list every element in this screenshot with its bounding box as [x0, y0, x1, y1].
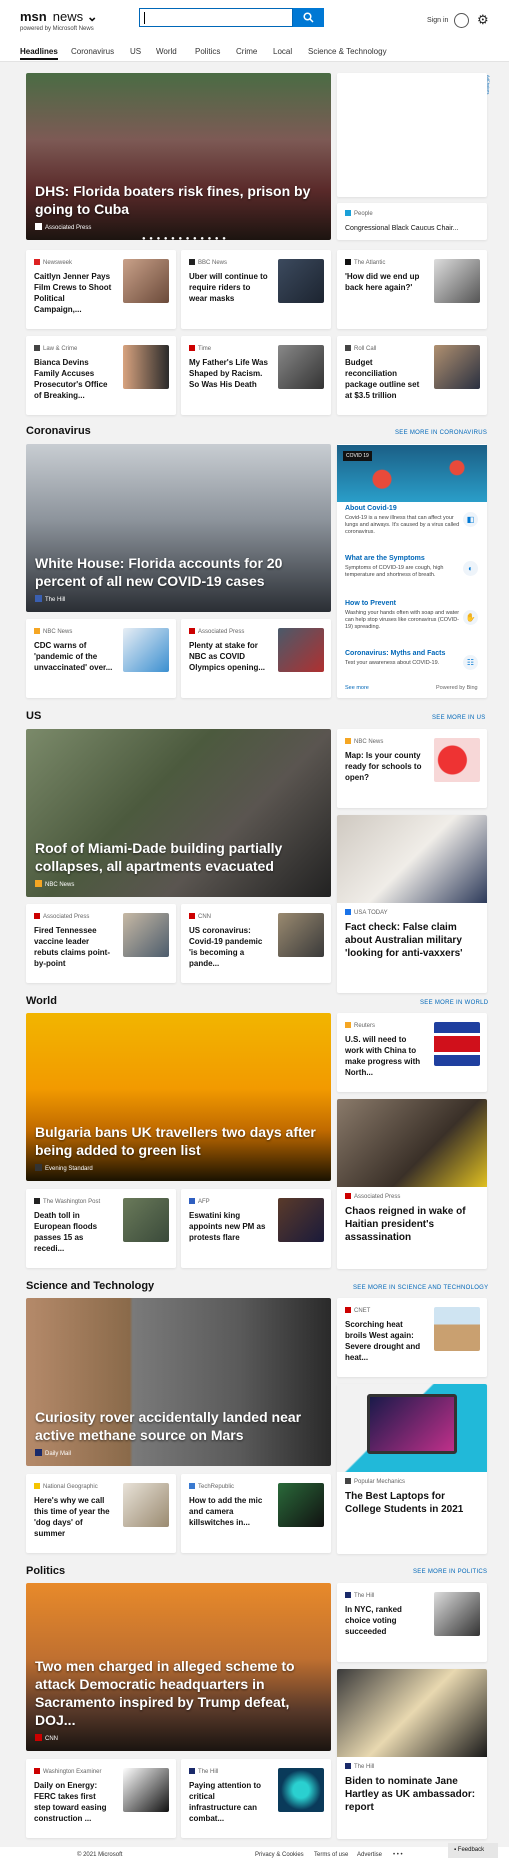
section-title-science: Science and Technology: [26, 1280, 155, 1292]
news-card[interactable]: Roll Call Budget reconciliation package …: [337, 336, 487, 415]
ad-choices[interactable]: AdChoices: [486, 75, 491, 94]
news-card[interactable]: CNET Scorching heat broils West again: S…: [337, 1298, 487, 1377]
thumbnail: [337, 1669, 487, 1757]
hero-title: DHS: Florida boaters risk fines, prison …: [35, 183, 311, 217]
footer: © 2021 Microsoft Privacy & Cookies Terms…: [0, 1847, 509, 1862]
header: msn news ⌄ powered by Microsoft News Sign…: [0, 0, 509, 43]
covid-item-myths[interactable]: Coronavirus: Myths and Facts Test your aw…: [345, 650, 465, 667]
news-card[interactable]: The Hill Paying attention to critical in…: [181, 1759, 331, 1838]
section-title-us: US: [26, 710, 42, 722]
symptoms-icon: ◐: [463, 561, 478, 576]
search-input[interactable]: [139, 8, 293, 27]
world-hero[interactable]: Bulgaria bans UK travellers two days aft…: [26, 1013, 331, 1181]
top-hero[interactable]: DHS: Florida boaters risk fines, prison …: [26, 73, 331, 240]
covid-item-prevent[interactable]: How to Prevent Washing your hands often w…: [345, 600, 465, 631]
tab-science-technology[interactable]: Science & Technology: [308, 47, 387, 56]
tab-crime[interactable]: Crime: [236, 47, 257, 56]
news-card[interactable]: Associated Press Fired Tennessee vaccine…: [26, 904, 176, 983]
see-more-coronavirus[interactable]: SEE MORE IN CORONAVIRUS: [395, 430, 487, 436]
news-card-large[interactable]: USA TODAY Fact check: False claim about …: [337, 815, 487, 993]
news-card[interactable]: Associated Press Plenty at stake for NBC…: [181, 619, 331, 698]
copyright: © 2021 Microsoft: [77, 1852, 123, 1858]
news-card[interactable]: Time My Father's Life Was Shaped by Raci…: [181, 336, 331, 415]
signin-link[interactable]: Sign in: [427, 17, 448, 24]
science-hero[interactable]: Curiosity rover accidentally landed near…: [26, 1298, 331, 1466]
powered-by-bing: Powered by Bing: [436, 685, 478, 691]
news-card-large[interactable]: The Hill Biden to nominate Jane Hartley …: [337, 1669, 487, 1839]
see-more-science[interactable]: SEE MORE IN SCIENCE AND TECHNOLOGY: [353, 1285, 488, 1291]
covid-banner: COVID 19: [337, 445, 487, 502]
news-card[interactable]: NBC News Map: Is your county ready for s…: [337, 729, 487, 808]
news-card[interactable]: Reuters U.S. will need to work with Chin…: [337, 1013, 487, 1092]
see-more-politics[interactable]: SEE MORE IN POLITICS: [413, 1569, 487, 1575]
feedback-button[interactable]: ▪ Feedback: [448, 1843, 498, 1858]
people-card[interactable]: People Congressional Black Caucus Chair.…: [337, 203, 487, 240]
hero-source: Associated Press: [35, 223, 91, 231]
news-card[interactable]: Newsweek Caitlyn Jenner Pays Film Crews …: [26, 250, 176, 329]
powered-by: powered by Microsoft News: [20, 26, 94, 32]
section-title-coronavirus: Coronavirus: [26, 425, 91, 437]
covid-see-more[interactable]: See more: [345, 685, 369, 691]
avatar[interactable]: [454, 13, 469, 28]
politics-hero[interactable]: Two men charged in alleged scheme to att…: [26, 1583, 331, 1751]
advertise-link[interactable]: Advertise: [357, 1852, 382, 1858]
news-card[interactable]: The Hill In NYC, ranked choice voting su…: [337, 1583, 487, 1662]
news-card-large[interactable]: Associated Press Chaos reigned in wake o…: [337, 1099, 487, 1269]
tab-politics[interactable]: Politics: [195, 47, 220, 56]
handwash-icon: ✋: [463, 610, 478, 625]
info-icon: ◧: [463, 512, 478, 527]
tab-coronavirus[interactable]: Coronavirus: [71, 47, 114, 56]
section-title-politics: Politics: [26, 1565, 66, 1577]
coronavirus-hero[interactable]: White House: Florida accounts for 20 per…: [26, 444, 331, 612]
tab-us[interactable]: US: [130, 47, 141, 56]
quiz-icon: ☷: [463, 655, 478, 670]
tab-headlines[interactable]: Headlines: [20, 47, 58, 60]
news-card[interactable]: AFP Eswatini king appoints new PM as pro…: [181, 1189, 331, 1268]
search-icon: [303, 12, 314, 23]
gear-icon[interactable]: ⚙: [477, 13, 489, 26]
news-card[interactable]: BBC News Uber will continue to require r…: [181, 250, 331, 329]
carousel-dots[interactable]: ● ● ● ● ● ● ● ● ● ● ● ●: [142, 236, 227, 242]
more-icon[interactable]: • • •: [393, 1852, 403, 1858]
news-card[interactable]: NBC News CDC warns of 'pandemic of the u…: [26, 619, 176, 698]
tab-world[interactable]: World: [156, 47, 177, 56]
news-card[interactable]: Law & Crime Bianca Devins Family Accuses…: [26, 336, 176, 415]
section-title-world: World: [26, 995, 57, 1007]
category-nav: Headlines Coronavirus US World Politics …: [0, 43, 509, 62]
thumbnail: [337, 815, 487, 903]
news-card[interactable]: The Washington Post Death toll in Europe…: [26, 1189, 176, 1268]
thumbnail: [337, 1099, 487, 1187]
tab-local[interactable]: Local: [273, 47, 292, 56]
news-card[interactable]: CNN US coronavirus: Covid-19 pandemic 'i…: [181, 904, 331, 983]
news-card[interactable]: Washington Examiner Daily on Energy: FER…: [26, 1759, 176, 1838]
news-card[interactable]: The Atlantic 'How did we end up back her…: [337, 250, 487, 329]
see-more-us[interactable]: SEE MORE IN US: [432, 715, 486, 721]
search-button[interactable]: [293, 8, 324, 27]
covid-item-symptoms[interactable]: What are the Symptoms Symptoms of COVID-1…: [345, 555, 465, 579]
ad-slot[interactable]: [337, 73, 487, 197]
msn-logo[interactable]: msn news ⌄: [20, 9, 98, 25]
us-hero[interactable]: Roof of Miami-Dade building partially co…: [26, 729, 331, 897]
see-more-world[interactable]: SEE MORE IN WORLD: [420, 1000, 488, 1006]
privacy-link[interactable]: Privacy & Cookies: [255, 1852, 304, 1858]
news-card-large[interactable]: Popular Mechanics The Best Laptops for C…: [337, 1384, 487, 1554]
terms-link[interactable]: Terms of use: [314, 1852, 348, 1858]
thumbnail: [337, 1384, 487, 1472]
news-card[interactable]: National Geographic Here's why we call t…: [26, 1474, 176, 1553]
news-card[interactable]: TechRepublic How to add the mic and came…: [181, 1474, 331, 1553]
covid-item-about[interactable]: About Covid-19 Covid-19 is a new illness …: [345, 505, 465, 536]
